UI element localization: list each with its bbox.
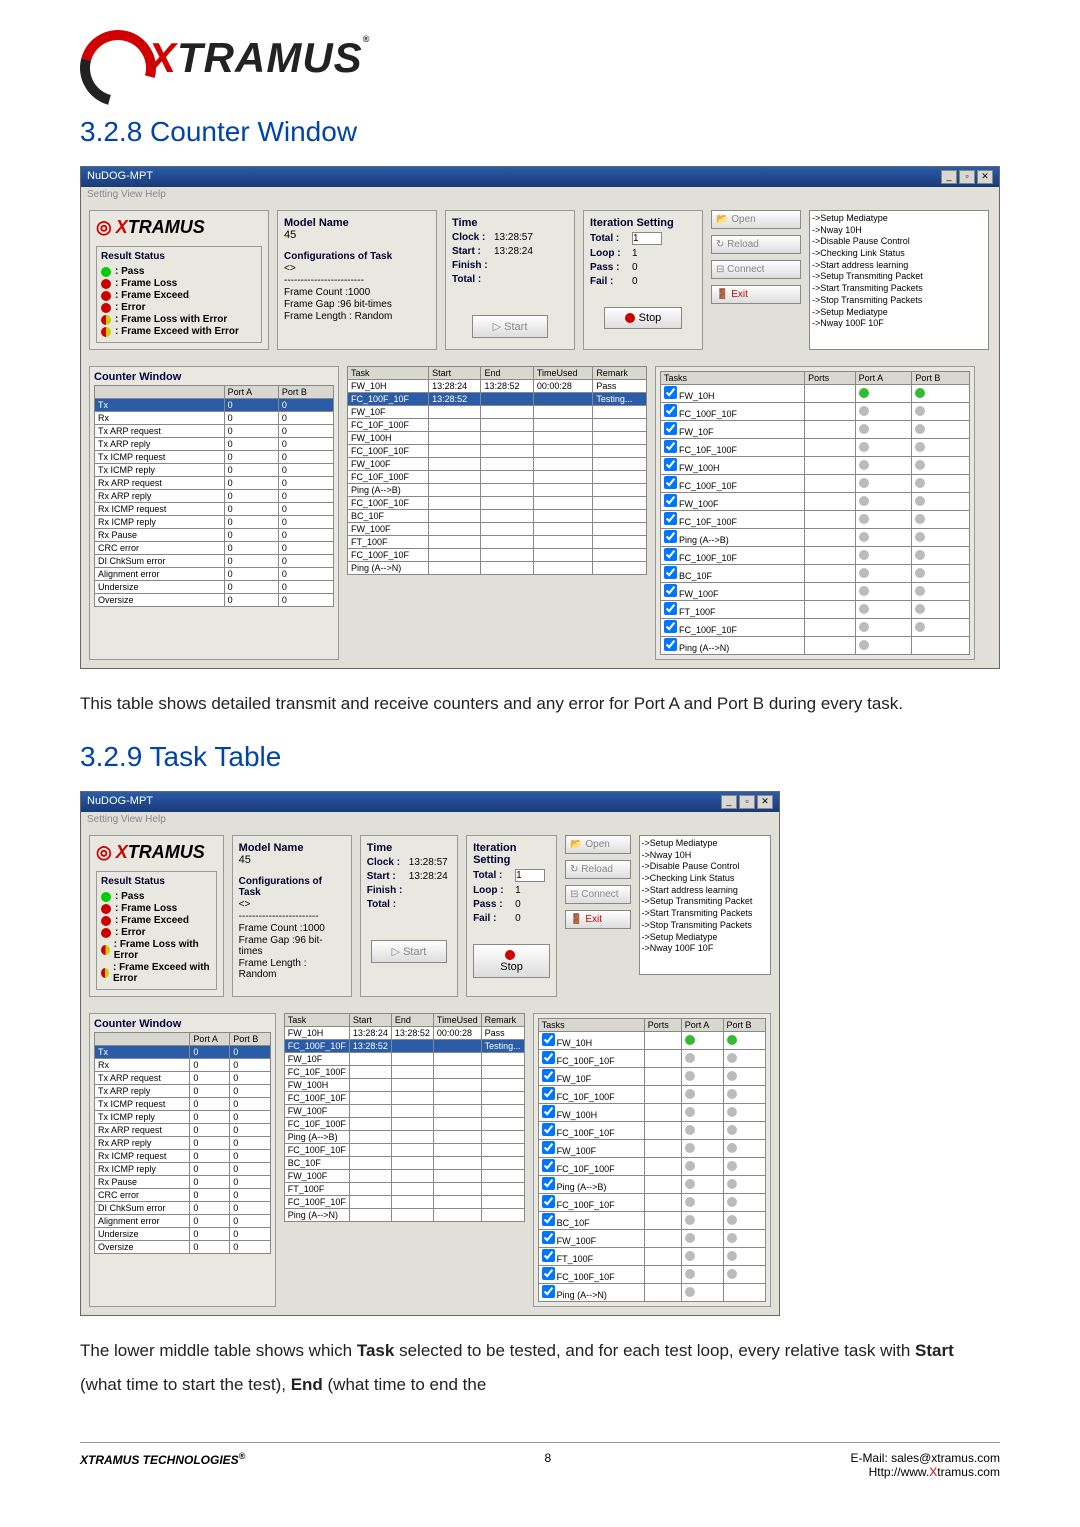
section-heading-1: 3.2.8 Counter Window (80, 116, 1000, 148)
app-screenshot-1: NuDOG-MPT_▫✕ Setting View Help XTRAMUS R… (80, 166, 1000, 669)
logo-icon (80, 30, 136, 86)
logo-text: XTRAMUS® (148, 34, 370, 82)
footer: XTRAMUS TECHNOLOGIES® 8 E-Mail: sales@xt… (80, 1442, 1000, 1479)
section-heading-2: 3.2.9 Task Table (80, 741, 1000, 773)
para-1: This table shows detailed transmit and r… (80, 687, 1000, 721)
app-screenshot-2: NuDOG-MPT_▫✕ Setting View Help XTRAMUS R… (80, 791, 780, 1316)
para-2: The lower middle table shows which Task … (80, 1334, 1000, 1402)
logo: XTRAMUS® (80, 30, 1000, 86)
